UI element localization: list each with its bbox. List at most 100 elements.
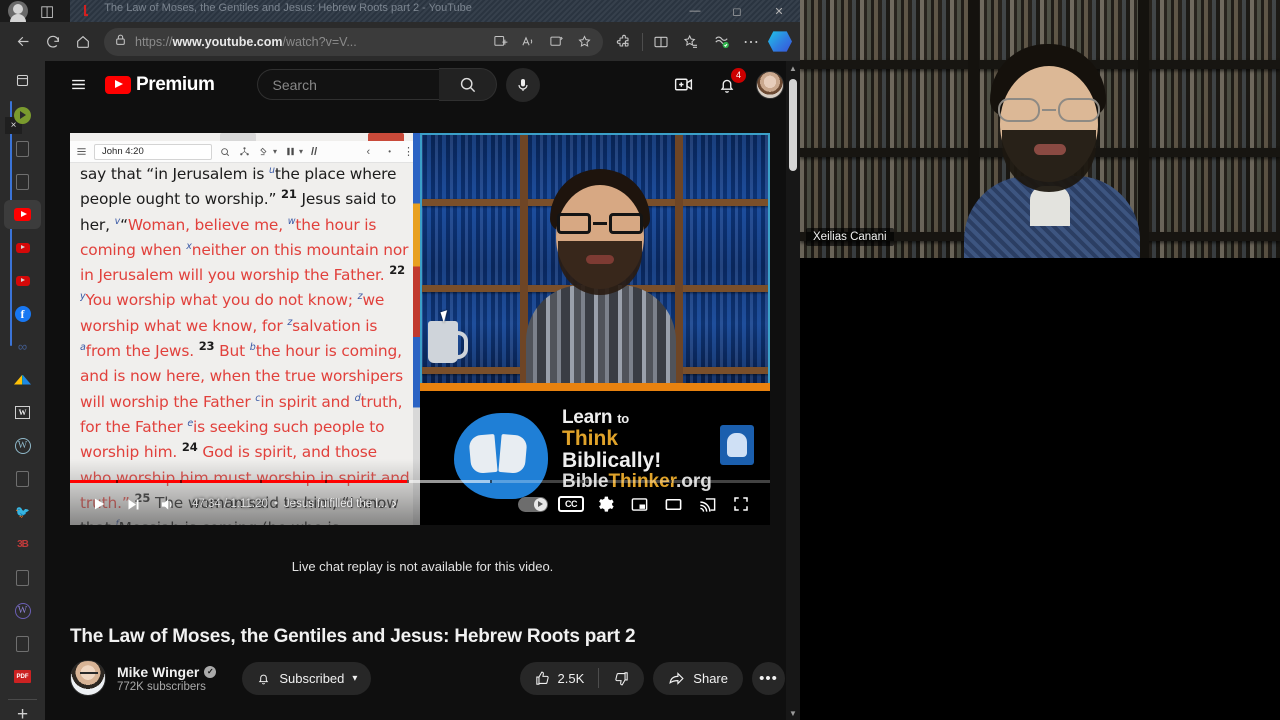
banner-line1: Learn: [562, 407, 613, 428]
tab-wikipedia[interactable]: W: [0, 396, 45, 429]
tab-bird[interactable]: 🐦: [0, 495, 45, 528]
settings-more-icon[interactable]: ⋯: [736, 27, 766, 57]
screen-root: ◫ The Law of Moses, the Gentiles and Jes…: [0, 0, 1280, 720]
tab-facebook[interactable]: f: [0, 297, 45, 330]
page-scrollbar[interactable]: ▲ ▼: [786, 61, 800, 720]
split-screen-add-icon[interactable]: [487, 29, 513, 55]
facebook-icon: f: [14, 305, 31, 322]
video-meta-row: Mike Winger ✓ 772K subscribers Subscribe…: [70, 657, 785, 699]
document-icon: [16, 173, 29, 190]
workspaces-icon[interactable]: ◫: [40, 4, 54, 19]
tab-wordpress-2[interactable]: W: [0, 594, 45, 627]
like-button[interactable]: 2.5K: [520, 670, 599, 687]
bible-search-icon[interactable]: [220, 147, 230, 157]
more-actions-button[interactable]: •••: [752, 661, 785, 695]
tab-doc-5[interactable]: [0, 627, 45, 660]
minimize-button[interactable]: —: [674, 0, 716, 22]
extensions-icon[interactable]: [609, 27, 639, 57]
tab-wordpress[interactable]: W: [0, 429, 45, 462]
participant-video[interactable]: Xeilias Canani: [800, 0, 1280, 258]
account-avatar[interactable]: [756, 70, 784, 99]
miniplayer-button[interactable]: [622, 487, 656, 521]
tab-youtube-active[interactable]: [0, 198, 45, 231]
refresh-icon[interactable]: [38, 27, 68, 57]
favorites-icon[interactable]: [676, 27, 706, 57]
video-actions: 2.5K Share •••: [519, 661, 785, 695]
close-button[interactable]: ✕: [758, 0, 800, 22]
speaker-webcam-area: Learn to Think Biblically! BibleThinker.…: [420, 133, 770, 525]
bible-chevron-down-icon[interactable]: ▾: [273, 147, 277, 156]
tab-doc-1[interactable]: [0, 132, 45, 165]
volume-button[interactable]: [150, 487, 184, 521]
bird-icon: 🐦: [15, 504, 30, 519]
share-arrow-icon: [669, 671, 684, 685]
scrollbar-thumb[interactable]: [789, 79, 797, 171]
chapter-title[interactable]: Jesus fulfilled the l...: [284, 498, 388, 510]
address-bar[interactable]: https://www.youtube.com/watch?v=V...: [104, 27, 603, 56]
dislike-button[interactable]: [599, 670, 644, 687]
search-input[interactable]: Search: [256, 69, 439, 100]
play-button[interactable]: [82, 487, 116, 521]
tab-doc-4[interactable]: [0, 561, 45, 594]
notifications-icon[interactable]: 4: [712, 67, 746, 100]
document-icon: [16, 470, 29, 487]
bible-split-columns-icon[interactable]: [285, 146, 296, 157]
bible-share-network-icon[interactable]: [239, 146, 250, 157]
share-button[interactable]: Share: [653, 661, 743, 695]
theater-mode-button[interactable]: [656, 487, 690, 521]
youtube-logo[interactable]: Premium: [105, 74, 215, 96]
tab-pdf[interactable]: PDF: [0, 660, 45, 693]
new-tab-button[interactable]: +: [0, 700, 45, 720]
tab-infinity[interactable]: ∞: [0, 330, 45, 363]
bible-parallel-icon[interactable]: //: [311, 146, 317, 158]
search-button[interactable]: [438, 68, 497, 101]
settings-button[interactable]: [588, 487, 622, 521]
lock-icon: [114, 33, 127, 51]
bible-chevron-down-icon-2[interactable]: ▾: [299, 147, 303, 156]
scroll-down-arrow[interactable]: ▼: [786, 706, 800, 720]
copilot-icon[interactable]: [768, 31, 792, 52]
video-player[interactable]: John 4:20 ▾ ▾ // ‹ • ⋮ say that “in Jeru…: [70, 133, 770, 525]
bible-highlighter-icon[interactable]: [259, 146, 270, 157]
player-controls: 47:34 / 1:11:20 • Jesus fulfilled the l.…: [70, 483, 770, 525]
subtitles-button[interactable]: CC: [554, 487, 588, 521]
time-display: 47:34 / 1:11:20: [192, 498, 268, 510]
tab-youtube-2[interactable]: [0, 231, 45, 264]
bible-menu-icon[interactable]: [76, 146, 87, 157]
tab-doc-3[interactable]: [0, 462, 45, 495]
home-icon[interactable]: [68, 27, 98, 57]
bible-prev-chapter-icon[interactable]: ‹: [367, 146, 371, 158]
immersive-reader-icon[interactable]: [543, 29, 569, 55]
tab-red-text[interactable]: 3B: [0, 528, 45, 561]
chapter-next-icon[interactable]: ›: [391, 495, 396, 513]
back-icon[interactable]: [8, 27, 38, 57]
next-video-button[interactable]: [116, 487, 150, 521]
tab-list-toggle-icon[interactable]: [0, 65, 45, 95]
channel-name-row[interactable]: Mike Winger ✓: [117, 664, 217, 680]
channel-avatar[interactable]: [70, 660, 106, 696]
webcam-border: [420, 133, 770, 391]
bible-reference-input[interactable]: John 4:20: [94, 143, 212, 160]
toolbar-divider: [642, 32, 643, 51]
scroll-up-arrow[interactable]: ▲: [786, 61, 800, 75]
tab-doc-2[interactable]: [0, 165, 45, 198]
autoplay-toggle[interactable]: [518, 496, 548, 512]
read-aloud-icon[interactable]: [515, 29, 541, 55]
cast-button[interactable]: [690, 487, 724, 521]
create-video-icon[interactable]: [668, 70, 698, 100]
voice-search-icon[interactable]: [505, 67, 540, 102]
split-screen-icon[interactable]: [646, 27, 676, 57]
fullscreen-button[interactable]: [724, 487, 758, 521]
tab-youtube-3[interactable]: [0, 264, 45, 297]
collections-icon[interactable]: [706, 27, 736, 57]
subscribed-button[interactable]: Subscribed ▾: [242, 661, 372, 695]
red-glyph-icon: 3B: [17, 538, 29, 550]
search-area: Search: [256, 67, 540, 102]
tab-google-drive[interactable]: [0, 363, 45, 396]
favorite-star-icon[interactable]: [571, 29, 597, 55]
maximize-button[interactable]: ◻: [716, 0, 758, 22]
screen-share-bible-app: John 4:20 ▾ ▾ // ‹ • ⋮ say that “in Jeru…: [70, 133, 420, 525]
menu-icon[interactable]: [61, 68, 95, 102]
omnibox-icon-group: [487, 29, 597, 55]
profile-avatar-icon[interactable]: [8, 1, 28, 24]
